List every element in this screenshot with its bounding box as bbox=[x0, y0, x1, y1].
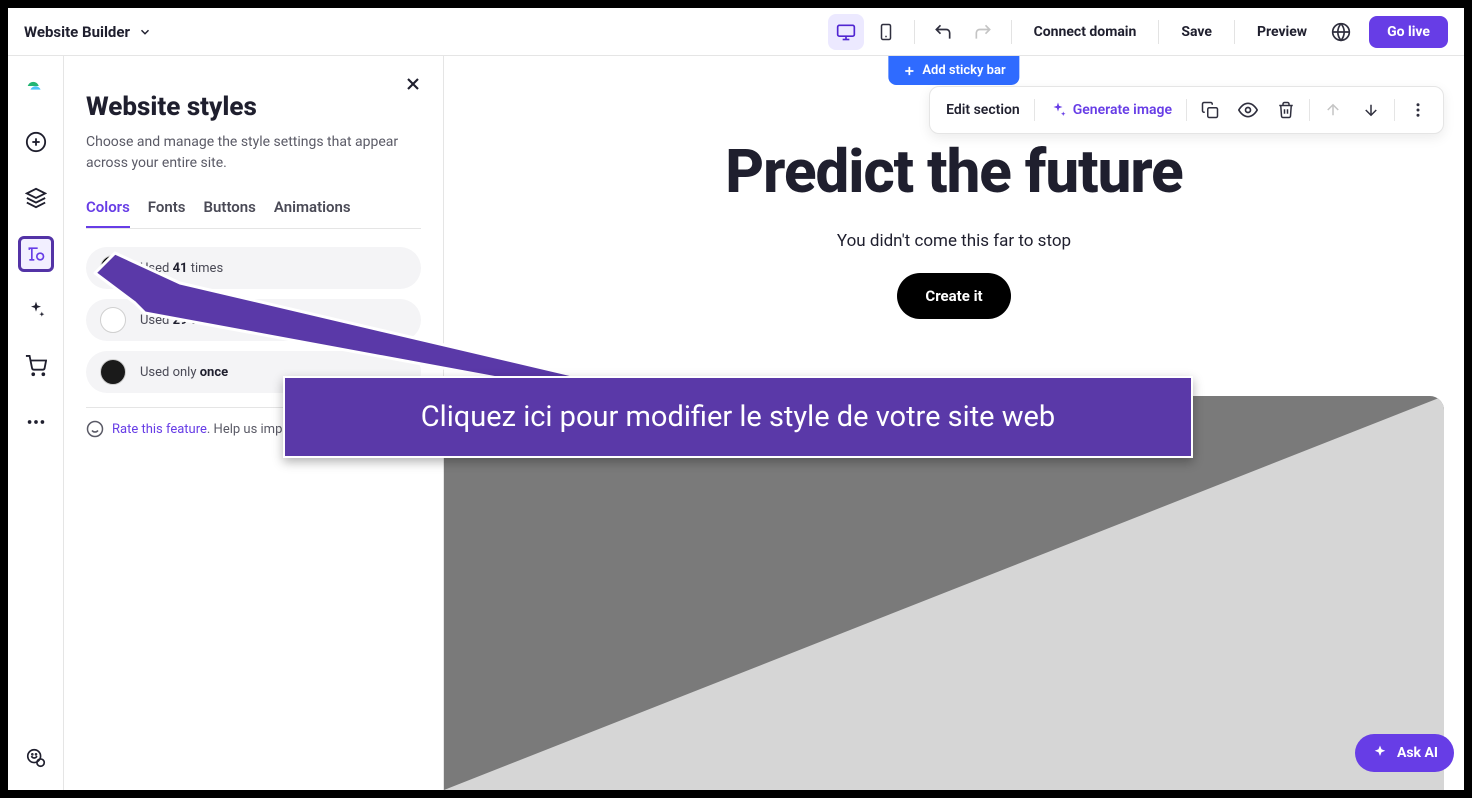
mobile-view-button[interactable] bbox=[868, 14, 904, 50]
separator bbox=[1309, 99, 1310, 121]
sparkle-icon bbox=[26, 300, 46, 320]
color-swatch bbox=[100, 359, 126, 385]
logo-icon bbox=[25, 75, 47, 97]
move-up-button[interactable] bbox=[1316, 93, 1350, 127]
tab-fonts[interactable]: Fonts bbox=[148, 198, 186, 228]
section-toolbar: Edit section Generate image bbox=[929, 86, 1444, 134]
color-usage: Used 41 times bbox=[140, 261, 223, 276]
smiley-icon bbox=[86, 420, 104, 438]
eye-icon bbox=[1238, 100, 1258, 120]
trash-icon bbox=[1277, 101, 1295, 119]
separator bbox=[1234, 20, 1235, 44]
arrow-up-icon bbox=[1324, 101, 1342, 119]
color-usage: Used 29 times bbox=[140, 313, 223, 328]
hero-title[interactable]: Predict the future bbox=[444, 136, 1464, 207]
separator bbox=[1394, 99, 1395, 121]
rail-styles-button[interactable] bbox=[18, 236, 54, 272]
duplicate-button[interactable] bbox=[1193, 93, 1227, 127]
rail-ai-button[interactable] bbox=[18, 292, 54, 328]
color-row[interactable]: Used 41 times bbox=[86, 247, 421, 289]
annotation-callout: Cliquez ici pour modifier le style de vo… bbox=[283, 376, 1193, 458]
rail-add-button[interactable] bbox=[18, 124, 54, 160]
copy-icon bbox=[1201, 101, 1219, 119]
separator bbox=[1034, 99, 1035, 121]
rail-cart-button[interactable] bbox=[18, 348, 54, 384]
mobile-icon bbox=[877, 23, 895, 41]
rail-more-button[interactable] bbox=[18, 404, 54, 440]
dots-icon bbox=[25, 411, 47, 433]
left-rail bbox=[8, 56, 64, 790]
close-panel-button[interactable] bbox=[403, 74, 423, 94]
visibility-button[interactable] bbox=[1231, 93, 1265, 127]
tab-colors[interactable]: Colors bbox=[86, 198, 130, 228]
tab-animations[interactable]: Animations bbox=[274, 198, 351, 228]
globe-icon bbox=[1331, 22, 1351, 42]
preview-button[interactable]: Preview bbox=[1245, 16, 1319, 48]
go-live-button[interactable]: Go live bbox=[1369, 16, 1448, 48]
cart-icon bbox=[25, 355, 47, 377]
layers-icon bbox=[25, 187, 47, 209]
undo-icon bbox=[933, 22, 953, 42]
plus-icon bbox=[902, 64, 916, 78]
separator bbox=[914, 20, 915, 44]
panel-title: Website styles bbox=[86, 92, 421, 122]
ask-ai-button[interactable]: Ask AI bbox=[1355, 734, 1454, 772]
app-title: Website Builder bbox=[24, 23, 130, 41]
desktop-icon bbox=[836, 22, 856, 42]
arrow-down-icon bbox=[1362, 101, 1380, 119]
panel-desc: Choose and manage the style settings tha… bbox=[86, 132, 421, 174]
color-usage: Used only once bbox=[140, 365, 228, 380]
desktop-view-button[interactable] bbox=[828, 14, 864, 50]
hero-subtitle[interactable]: You didn't come this far to stop bbox=[444, 231, 1464, 251]
separator bbox=[1011, 20, 1012, 44]
styles-icon bbox=[26, 244, 46, 264]
hero-cta-button[interactable]: Create it bbox=[897, 273, 1010, 319]
redo-icon bbox=[973, 22, 993, 42]
ai-icon bbox=[1371, 744, 1389, 762]
more-options-button[interactable] bbox=[1401, 93, 1435, 127]
plus-circle-icon bbox=[25, 131, 47, 153]
tab-buttons[interactable]: Buttons bbox=[204, 198, 256, 228]
sparkle-icon bbox=[1049, 101, 1067, 119]
close-icon bbox=[403, 74, 423, 94]
save-button[interactable]: Save bbox=[1169, 16, 1224, 48]
rate-link[interactable]: Rate this feature bbox=[112, 422, 207, 437]
separator bbox=[1158, 20, 1159, 44]
style-tabs: Colors Fonts Buttons Animations bbox=[86, 198, 421, 229]
rail-feedback-button[interactable] bbox=[18, 740, 54, 776]
chevron-down-icon bbox=[138, 25, 152, 39]
globe-button[interactable] bbox=[1323, 14, 1359, 50]
undo-button[interactable] bbox=[925, 14, 961, 50]
add-sticky-bar-button[interactable]: Add sticky bar bbox=[888, 56, 1019, 85]
delete-button[interactable] bbox=[1269, 93, 1303, 127]
edit-section-button[interactable]: Edit section bbox=[938, 96, 1028, 124]
dots-vertical-icon bbox=[1409, 101, 1427, 119]
rail-layers-button[interactable] bbox=[18, 180, 54, 216]
topbar: Website Builder Connect domain Save Prev… bbox=[8, 8, 1464, 56]
app-title-dropdown[interactable]: Website Builder bbox=[24, 23, 152, 41]
color-swatch bbox=[100, 255, 126, 281]
connect-domain-button[interactable]: Connect domain bbox=[1022, 16, 1149, 48]
move-down-button[interactable] bbox=[1354, 93, 1388, 127]
rail-logo-button[interactable] bbox=[18, 68, 54, 104]
color-row[interactable]: Used 29 times bbox=[86, 299, 421, 341]
smiley-cog-icon bbox=[25, 747, 47, 769]
generate-image-button[interactable]: Generate image bbox=[1041, 95, 1180, 125]
redo-button[interactable] bbox=[965, 14, 1001, 50]
color-swatch bbox=[100, 307, 126, 333]
separator bbox=[1186, 99, 1187, 121]
